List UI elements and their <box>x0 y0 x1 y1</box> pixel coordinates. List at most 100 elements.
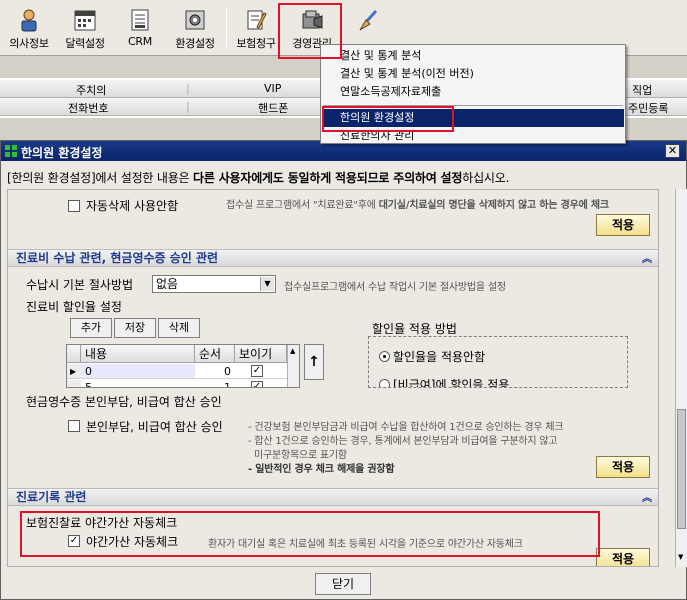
collapse-icon[interactable]: ︽ <box>642 490 652 507</box>
scroll-down-icon[interactable]: ▼ <box>678 553 683 561</box>
crm-icon <box>131 9 149 31</box>
crm-label: CRM <box>128 35 152 48</box>
toolbar-separator <box>226 8 227 48</box>
move-up-button[interactable]: ↑ <box>304 344 324 380</box>
auto-delete-desc: 접수실 프로그램에서 "치료완료"후에 대기실/치료실의 명단을 삭제하지 않고… <box>226 200 609 211</box>
add-discount-button[interactable]: 추가 <box>70 318 112 338</box>
save-discount-button[interactable]: 저장 <box>114 318 156 338</box>
app-icon <box>5 145 17 157</box>
settings-scroll-area: 자동삭제 사용안함 접수실 프로그램에서 "치료완료"후에 대기실/치료실의 명… <box>7 189 659 567</box>
management-icon <box>302 10 323 29</box>
broom-icon <box>359 9 378 31</box>
payment-section-header[interactable]: 진료비 수납 관련, 현금영수증 승인 관련 ︽ <box>8 249 658 267</box>
notice-bold-text: 다른 사용자에게도 동일하게 적용되므로 주의하여 설정 <box>193 171 463 185</box>
menu-item-tax-deduction[interactable]: 연말소득공제자료제출 <box>322 83 624 101</box>
cash-receipt-check-label: 본인부담, 비급여 합산 승인 <box>86 420 223 434</box>
grid-header-visible: 보이기 <box>235 345 287 363</box>
insurance-claim-button[interactable]: 보험청구 <box>230 6 282 54</box>
grid-header-content: 내용 <box>81 345 195 363</box>
occupation-header: 직업 <box>632 84 653 97</box>
radio-noncovered-discount[interactable] <box>379 379 390 387</box>
dialog-footer: 닫기 <box>1 571 686 599</box>
night-surcharge-desc: 환자가 대기실 혹은 치료실에 최초 등록된 시각을 기준으로 야간가산 자동체… <box>208 539 523 550</box>
settings-icon <box>185 10 205 30</box>
phone-header: 전화번호 <box>68 102 109 115</box>
discount-method-label: 할인율 적용 방법 <box>372 322 457 336</box>
doctor-info-label: 의사정보 <box>9 37 49 50</box>
menu-separator <box>323 105 623 106</box>
grid-cell-order[interactable]: 1 <box>195 380 235 387</box>
menu-item-doctor-management[interactable]: 진료한의사 관리 <box>322 127 624 145</box>
insurance-claim-label: 보험청구 <box>236 37 276 50</box>
notice-text: [한의원 환경설정]에서 설정한 내용은 <box>7 171 194 185</box>
delete-discount-button[interactable]: 삭제 <box>158 318 200 338</box>
cash-receipt-checkbox[interactable] <box>68 420 80 432</box>
crm-button[interactable]: CRM <box>122 6 158 54</box>
notice-text-end: 하십시오. <box>462 171 510 185</box>
grid-cell-content[interactable]: 0 <box>81 364 195 379</box>
row-visible-checkbox[interactable]: ✓ <box>251 381 263 387</box>
row-visible-checkbox[interactable]: ✓ <box>251 365 263 377</box>
discount-method-group: 할인율을 적용안함 [비급여]에 할인을 적용 <box>368 336 628 388</box>
grid-header-order: 순서 <box>195 345 235 363</box>
night-surcharge-label: 보험진찰료 야간가산 자동체크 <box>26 516 178 530</box>
radio-noncovered-discount-label: [비급여]에 할인을 적용 <box>393 378 510 388</box>
attending-doctor-header: 주치의 <box>76 84 107 97</box>
doctor-icon <box>21 9 37 32</box>
grid-cell-order[interactable]: 0 <box>195 364 235 379</box>
close-dialog-button[interactable]: 닫기 <box>315 573 371 595</box>
row-header-corner <box>67 345 81 363</box>
calendar-settings-button[interactable]: 달력설정 <box>58 6 112 54</box>
auto-delete-label: 자동삭제 사용안함 <box>86 199 179 213</box>
calendar-settings-label: 달력설정 <box>65 37 105 50</box>
cut-method-label: 수납시 기본 절사방법 <box>26 278 133 292</box>
settings-notice: [한의원 환경설정]에서 설정한 내용은 다른 사용자에게도 동일하게 적용되므… <box>7 169 659 186</box>
resident-id-header: 주민등록 <box>628 102 669 115</box>
auto-delete-checkbox[interactable] <box>68 200 80 212</box>
dialog-close-button[interactable]: ✕ <box>665 144 680 158</box>
discount-label: 진료비 할인율 설정 <box>26 300 122 314</box>
cut-method-desc: 접수실프로그램에서 수납 작업시 기본 절사방법을 설정 <box>284 282 506 293</box>
discount-grid: 내용 순서 보이기 ▶ 0 0 ✓ 5 1 ✓ ▲ <box>66 344 300 388</box>
calendar-icon <box>74 10 96 31</box>
grid-scrollbar[interactable]: ▲ <box>287 345 299 387</box>
chevron-down-icon: ▼ <box>260 277 274 291</box>
mobile-header: 핸드폰 <box>258 102 289 115</box>
scrollbar-thumb[interactable] <box>677 409 686 529</box>
menu-item-statistics-old[interactable]: 결산 및 통계 분석(이전 버전) <box>322 65 624 83</box>
scroll-up-icon[interactable]: ▲ <box>290 347 295 355</box>
radio-no-discount-label: 할인율을 적용안함 <box>393 350 486 364</box>
vip-header: VIP <box>264 82 282 95</box>
cash-receipt-desc-1: - 건강보험 본인부담금과 비급여 수납을 합산하여 1건으로 승인하는 경우 … <box>248 422 564 433</box>
cut-method-value: 없음 <box>156 277 179 291</box>
settings-button[interactable]: 환경설정 <box>168 6 222 54</box>
grid-cell-visible[interactable]: ✓ <box>235 364 287 379</box>
cut-method-select[interactable]: 없음 ▼ <box>152 275 276 293</box>
settings-scrollbar[interactable]: ▼ <box>675 189 687 567</box>
dialog-title: 한의원 환경설정 <box>21 146 103 160</box>
grid-cell-visible[interactable]: ✓ <box>235 380 287 387</box>
auto-delete-apply-button[interactable]: 적용 <box>596 214 650 236</box>
record-section-title: 진료기록 관련 <box>16 490 87 504</box>
payment-section-title: 진료비 수납 관련, 현금영수증 승인 관련 <box>16 251 219 265</box>
grid-cell-content[interactable]: 5 <box>81 380 195 387</box>
cash-receipt-apply-button[interactable]: 적용 <box>596 456 650 478</box>
cash-receipt-desc-3: 미구분항목으로 표기함 <box>248 450 347 461</box>
menu-item-clinic-settings[interactable]: 한의원 환경설정 <box>322 109 624 127</box>
doctor-info-button[interactable]: 의사정보 <box>4 6 54 54</box>
record-section-header[interactable]: 진료기록 관련 ︽ <box>8 488 658 506</box>
night-surcharge-apply-button[interactable]: 적용 <box>596 548 650 566</box>
settings-label: 환경설정 <box>175 37 215 50</box>
menu-item-statistics[interactable]: 결산 및 통계 분석 <box>322 47 624 65</box>
night-surcharge-check-label: 야간가산 자동체크 <box>86 535 179 549</box>
row-indicator-icon: ▶ <box>67 364 81 379</box>
insurance-claim-icon <box>247 10 267 30</box>
cash-receipt-desc-4: - 일반적인 경우 체크 해제을 권장함 <box>248 464 395 475</box>
cash-receipt-label: 현금영수증 본인부담, 비급여 합산 승인 <box>26 393 226 410</box>
clinic-settings-dialog: 한의원 환경설정 ✕ [한의원 환경설정]에서 설정한 내용은 다른 사용자에게… <box>0 140 687 600</box>
collapse-icon[interactable]: ︽ <box>642 251 652 268</box>
management-dropdown-menu: 결산 및 통계 분석 결산 및 통계 분석(이전 버전) 연말소득공제자료제출 … <box>320 44 626 144</box>
radio-no-discount[interactable] <box>379 351 390 362</box>
cash-receipt-desc-2: - 합산 1건으로 승인하는 경우, 통계에서 본인부담과 비급여을 구분하지 … <box>248 436 558 447</box>
night-surcharge-checkbox[interactable]: ✓ <box>68 535 80 547</box>
